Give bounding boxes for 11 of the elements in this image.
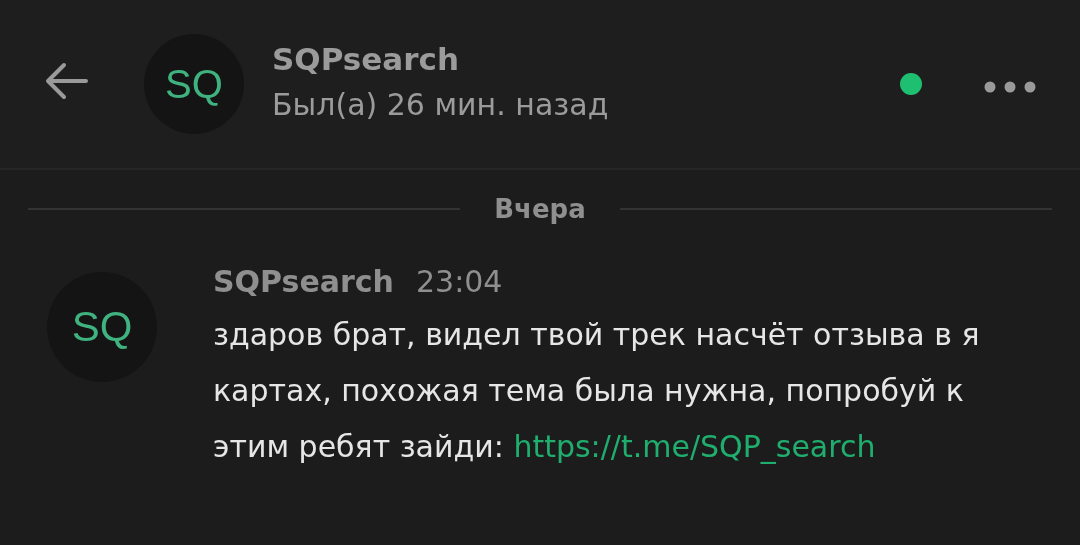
message-time: 23:04 xyxy=(415,264,503,299)
last-seen-status: Был(а) 26 мин. назад xyxy=(272,86,610,122)
chat-title: SQPsearch xyxy=(272,40,460,77)
more-icon xyxy=(984,80,1036,94)
message-link[interactable]: https://t.me/SQP_search xyxy=(513,429,876,464)
author-name: SQPsearch xyxy=(213,264,394,299)
more-button[interactable] xyxy=(984,80,1036,94)
message-text: здаров брат, видел твой трек насчёт отзыва в я картах, похожая тема была нужна, попробуй к этим ребят зайди: https://t.me/SQP_search xyxy=(213,316,981,466)
date-separator: Вчера xyxy=(494,194,586,224)
avatar[interactable]: SQ xyxy=(47,272,157,382)
avatar[interactable]: SQ xyxy=(144,34,244,134)
